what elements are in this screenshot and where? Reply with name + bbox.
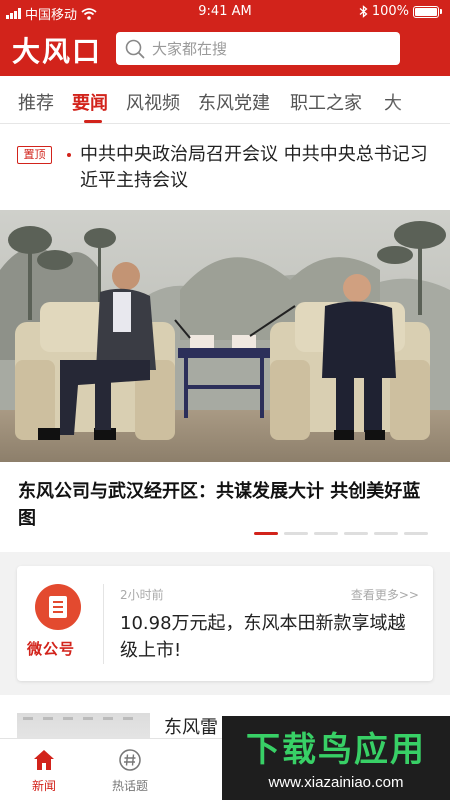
tab-party-building[interactable]: 东风党建 <box>198 89 270 115</box>
card-timestamp: 2小时前 <box>120 588 164 602</box>
hero-banner-image[interactable] <box>0 210 450 462</box>
carousel-indicator <box>254 532 428 535</box>
nav-hot-topics[interactable]: 热话题 <box>90 747 170 794</box>
search-bar[interactable]: 大家都在搜 <box>116 32 400 65</box>
bullet-dot <box>67 153 71 157</box>
pinned-badge: 置顶 <box>17 146 52 164</box>
official-account-label: 微公号 <box>27 640 76 658</box>
battery-icon <box>413 5 439 18</box>
news-title: 东风雷 <box>164 717 218 738</box>
hero-caption[interactable]: 东风公司与武汉经开区：共谋发展大计 共创美好蓝图 <box>0 462 450 552</box>
nav-news[interactable]: 新闻 <box>4 747 84 794</box>
pinned-title: 中共中央政治局召开会议 中共中央总书记习近平主持会议 <box>80 144 428 191</box>
carousel-dot <box>254 532 278 535</box>
carousel-dot <box>284 532 308 535</box>
channel-tabs: 推荐 要闻 风视频 东风党建 职工之家 大 <box>0 76 450 124</box>
carousel-dot <box>404 532 428 535</box>
tab-staff-home[interactable]: 职工之家 <box>290 89 362 115</box>
tab-video[interactable]: 风视频 <box>126 89 180 115</box>
card-title: 10.98万元起，东风本田新款享域越级上市! <box>120 613 406 661</box>
see-more-link[interactable]: 查看更多>> <box>351 586 419 603</box>
home-icon <box>34 750 54 770</box>
pinned-article[interactable]: 置顶 中共中央政治局召开会议 中共中央总书记习近平主持会议 <box>0 124 450 210</box>
tab-headlines[interactable]: 要闻 <box>72 89 108 115</box>
battery-percent: 100% <box>371 4 409 19</box>
watermark-banner: 下载鸟应用 www.xiazainiao.com <box>222 716 450 800</box>
app-logo: 大风口 <box>12 35 103 68</box>
tab-recommend[interactable]: 推荐 <box>18 89 54 115</box>
watermark-url: www.xiazainiao.com <box>268 774 404 791</box>
search-placeholder: 大家都在搜 <box>152 40 228 58</box>
hero-title: 东风公司与武汉经开区：共谋发展大计 共创美好蓝图 <box>18 481 421 529</box>
status-bar: 中国移动 9:41 AM 100% <box>0 0 450 26</box>
document-icon <box>35 584 81 630</box>
watermark-title: 下载鸟应用 <box>246 730 426 770</box>
carousel-dot <box>314 532 338 535</box>
carousel-dot <box>374 532 398 535</box>
bluetooth-icon <box>359 5 368 18</box>
hashtag-icon <box>119 749 141 771</box>
app-header: 中国移动 9:41 AM 100% 大风口 大家都在搜 <box>0 0 450 76</box>
active-tab-indicator <box>84 120 102 123</box>
search-icon <box>125 39 145 58</box>
carousel-dot <box>344 532 368 535</box>
official-account-card[interactable]: 微公号 2小时前 查看更多>> 10.98万元起，东风本田新款享域越级上市! <box>17 566 433 681</box>
